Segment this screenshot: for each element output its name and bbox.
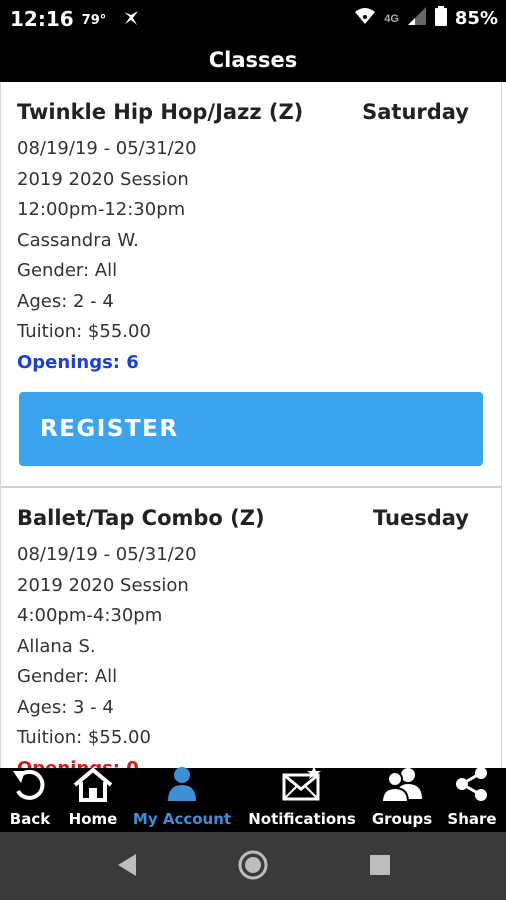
status-right: 4G 85% — [354, 6, 498, 31]
wifi-icon — [354, 7, 376, 30]
class-tuition: Tuition: $55.00 — [17, 321, 151, 342]
battery-percent: 85% — [454, 8, 498, 29]
class-session: 2019 2020 Session — [17, 168, 189, 190]
share-icon — [453, 765, 491, 808]
nav-notifications[interactable]: Notifications — [238, 765, 366, 832]
status-left: 12:16 79° — [10, 7, 141, 33]
class-name: Twinkle Hip Hop/Jazz (Z) — [17, 100, 304, 124]
title-bar: Classes — [0, 38, 506, 82]
system-recents-icon[interactable] — [368, 853, 392, 882]
nav-label: My Account — [132, 810, 232, 828]
back-arrow-icon — [11, 767, 49, 808]
class-openings: Openings: 6 — [17, 351, 139, 373]
class-dates: 08/19/19 - 05/31/20 — [17, 138, 197, 159]
class-gender: Gender: All — [17, 666, 118, 687]
class-day: Saturday — [362, 100, 469, 124]
class-list[interactable]: Twinkle Hip Hop/Jazz (Z) Saturday 08/19/… — [0, 82, 506, 768]
nav-my-account[interactable]: My Account — [126, 765, 238, 832]
signal-icon — [407, 6, 427, 31]
class-instructor: Cassandra W. — [17, 229, 139, 251]
temperature: 79° — [81, 13, 107, 28]
nav-label: Home — [68, 810, 118, 828]
system-back-icon[interactable] — [112, 850, 140, 885]
nav-label: Share — [447, 810, 497, 828]
envelope-star-icon — [281, 765, 323, 808]
nav-back[interactable]: Back — [0, 768, 60, 832]
class-instructor: Allana S. — [17, 635, 96, 657]
nav-share[interactable]: Share — [438, 765, 506, 832]
nav-label: Notifications — [248, 810, 356, 828]
class-ages: Ages: 2 - 4 — [17, 290, 114, 312]
system-nav-bar — [0, 832, 506, 900]
class-time: 12:00pm-12:30pm — [17, 199, 186, 220]
nav-label: Back — [9, 810, 51, 828]
page-title: Classes — [208, 48, 298, 72]
class-ages: Ages: 3 - 4 — [17, 696, 114, 718]
class-dates: 08/19/19 - 05/31/20 — [17, 544, 197, 565]
nav-label: Groups — [371, 810, 433, 828]
register-button[interactable]: REGISTER — [19, 392, 483, 466]
app-notification-icon — [121, 8, 141, 33]
clock: 12:16 — [10, 7, 74, 31]
class-card: Twinkle Hip Hop/Jazz (Z) Saturday 08/19/… — [0, 82, 502, 488]
class-session: 2019 2020 Session — [17, 574, 189, 596]
network-type: 4G — [384, 12, 399, 25]
class-name: Ballet/Tap Combo (Z) — [17, 506, 265, 530]
person-icon — [164, 765, 200, 808]
class-time: 4:00pm-4:30pm — [17, 605, 163, 626]
nav-home[interactable]: Home — [60, 767, 126, 832]
home-icon — [72, 767, 114, 808]
nav-groups[interactable]: Groups — [366, 768, 438, 832]
class-tuition: Tuition: $55.00 — [17, 727, 151, 748]
system-home-icon[interactable] — [237, 849, 269, 886]
group-icon — [380, 765, 424, 808]
bottom-nav: Back Home My Account Notifications Group… — [0, 765, 506, 832]
class-card: Ballet/Tap Combo (Z) Tuesday 08/19/19 - … — [0, 488, 502, 768]
status-bar: 12:16 79° 4G 85% — [0, 0, 506, 38]
battery-icon — [434, 6, 447, 31]
class-gender: Gender: All — [17, 260, 118, 281]
class-day: Tuesday — [373, 506, 469, 530]
